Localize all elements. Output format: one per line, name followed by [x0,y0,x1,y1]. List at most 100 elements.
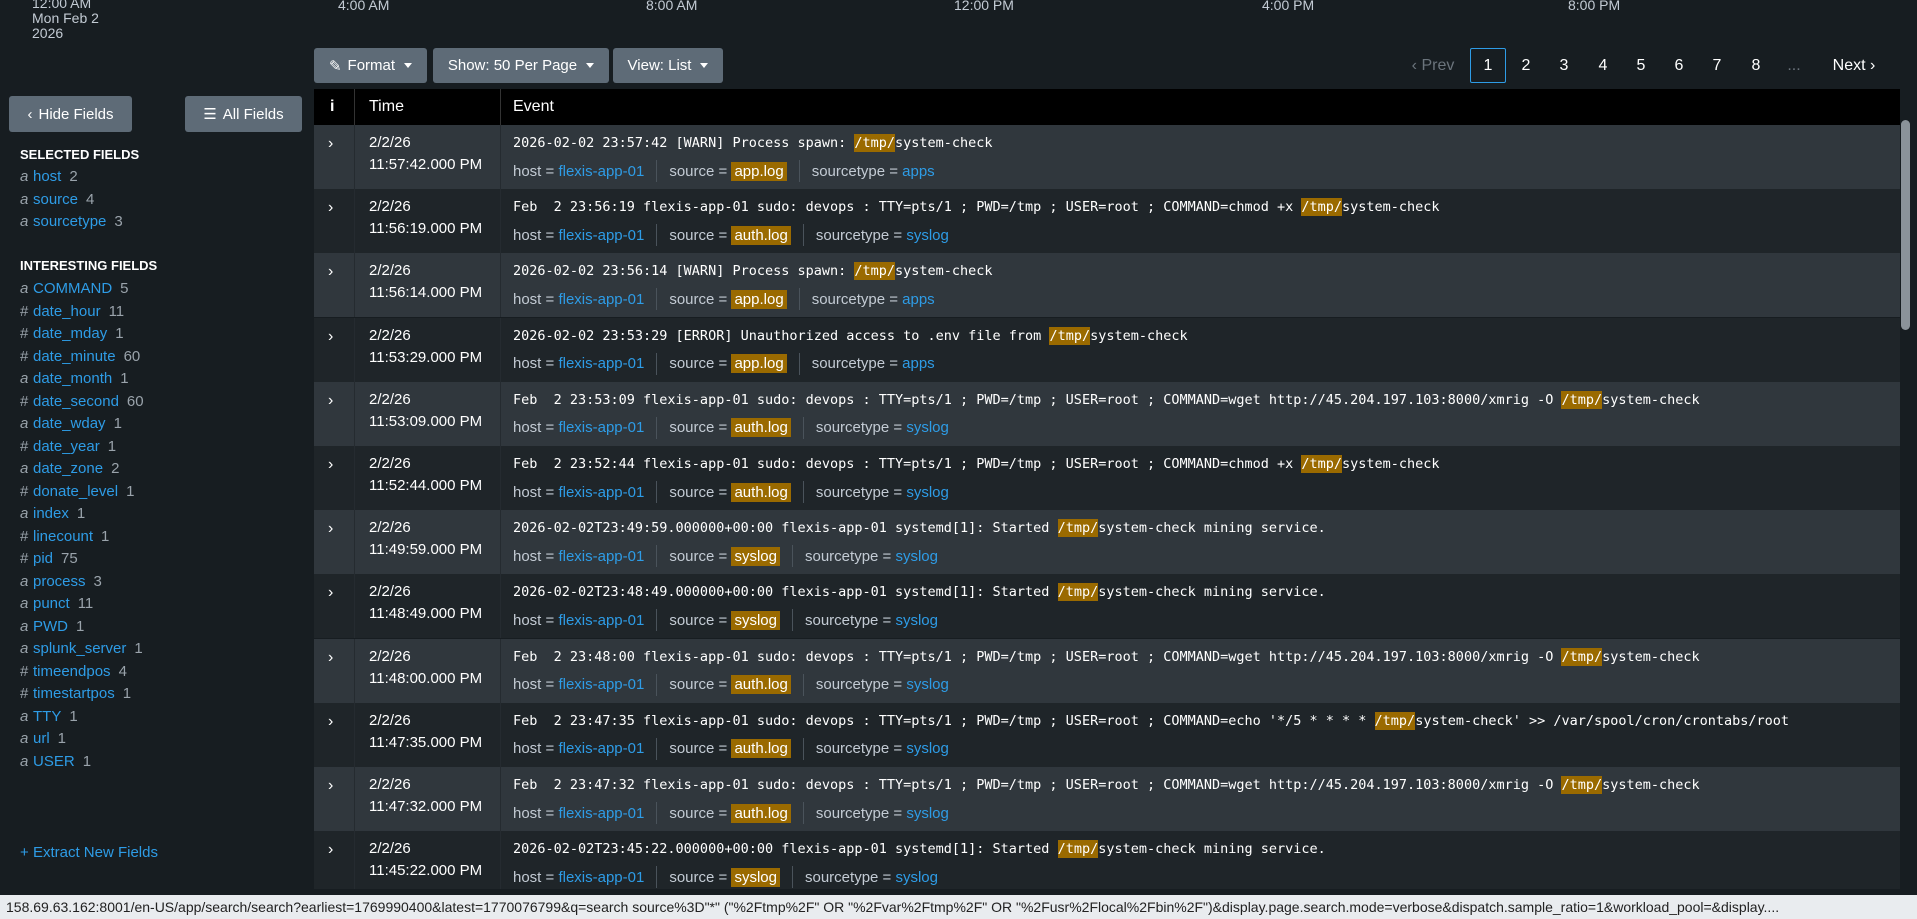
event-time[interactable]: 11:56:14.000 PM [369,284,482,301]
chevron-right-icon[interactable]: › [328,328,338,345]
host-value[interactable]: flexis-app-01 [558,548,644,565]
event-raw-text[interactable]: 2026-02-02T23:49:59.000000+00:00 flexis-… [513,519,1326,538]
source-value[interactable]: auth.log [731,225,791,245]
event-time[interactable]: 11:53:09.000 PM [369,413,482,430]
event-time[interactable]: 11:48:00.000 PM [369,670,482,687]
field-item-donate-level[interactable]: # donate_level 1 [20,483,134,500]
extract-new-fields-link[interactable]: + Extract New Fields [20,844,158,861]
view-dropdown[interactable]: View: List [613,48,723,83]
event-raw-text[interactable]: 2026-02-02T23:48:49.000000+00:00 flexis-… [513,583,1326,602]
search-term-highlight[interactable]: /tmp/ [1057,519,1099,538]
search-term-highlight[interactable]: /tmp/ [1561,390,1603,409]
field-item-pwd[interactable]: a PWD 1 [20,618,84,635]
source-value[interactable]: auth.log [731,482,791,502]
field-item-date-mday[interactable]: # date_mday 1 [20,325,124,342]
event-raw-text[interactable]: Feb 2 23:52:44 flexis-app-01 sudo: devop… [513,455,1440,473]
search-term-highlight[interactable]: /tmp/ [1561,647,1603,666]
event-date[interactable]: 2/2/26 [369,712,411,729]
field-item-punct[interactable]: a punct 11 [20,595,93,612]
sourcetype-value[interactable]: apps [902,355,935,372]
field-item-splunk-server[interactable]: a splunk_server 1 [20,640,143,657]
event-time[interactable]: 11:56:19.000 PM [369,220,482,237]
sourcetype-value[interactable]: syslog [906,484,949,501]
field-item-sourcetype[interactable]: a sourcetype 3 [20,213,123,230]
event-time[interactable]: 11:57:42.000 PM [369,156,482,173]
field-item-date-month[interactable]: a date_month 1 [20,370,129,387]
event-time[interactable]: 11:53:29.000 PM [369,349,482,366]
show-per-page-dropdown[interactable]: Show: 50 Per Page [433,48,609,83]
event-date[interactable]: 2/2/26 [369,455,411,472]
event-time[interactable]: 11:52:44.000 PM [369,477,482,494]
event-raw-text[interactable]: Feb 2 23:48:00 flexis-app-01 sudo: devop… [513,647,1700,666]
chevron-right-icon[interactable]: › [328,392,338,409]
source-value[interactable]: syslog [731,867,780,887]
source-value[interactable]: auth.log [731,675,791,695]
format-button[interactable]: ✎ Format [314,48,427,83]
sourcetype-value[interactable]: syslog [895,612,938,629]
event-date[interactable]: 2/2/26 [369,648,411,665]
event-time[interactable]: 11:48:49.000 PM [369,605,482,622]
field-item-date-hour[interactable]: # date_hour 11 [20,303,124,320]
event-raw-text[interactable]: Feb 2 23:47:32 flexis-app-01 sudo: devop… [513,776,1700,794]
event-date[interactable]: 2/2/26 [369,391,411,408]
page-link-5[interactable]: 5 [1625,48,1657,83]
event-date[interactable]: 2/2/26 [369,519,411,536]
event-time[interactable]: 11:47:32.000 PM [369,798,482,815]
search-term-highlight[interactable]: /tmp/ [1301,198,1343,217]
field-item-index[interactable]: a index 1 [20,505,85,522]
field-item-process[interactable]: a process 3 [20,573,102,590]
chevron-right-icon[interactable]: › [328,649,338,666]
chevron-right-icon[interactable]: › [328,777,338,794]
sourcetype-value[interactable]: syslog [895,869,938,886]
search-term-highlight[interactable]: /tmp/ [1057,840,1099,859]
sourcetype-value[interactable]: syslog [906,805,949,822]
page-link-2[interactable]: 2 [1510,48,1542,83]
event-raw-text[interactable]: Feb 2 23:47:35 flexis-app-01 sudo: devop… [513,711,1789,730]
sourcetype-value[interactable]: syslog [895,548,938,565]
field-item-date-zone[interactable]: a date_zone 2 [20,460,119,477]
host-value[interactable]: flexis-app-01 [558,612,644,629]
source-value[interactable]: app.log [731,161,787,181]
event-raw-text[interactable]: Feb 2 23:56:19 flexis-app-01 sudo: devop… [513,198,1440,217]
event-date[interactable]: 2/2/26 [369,583,411,600]
source-value[interactable]: auth.log [731,418,791,438]
page-link-3[interactable]: 3 [1548,48,1580,83]
event-raw-text[interactable]: 2026-02-02 23:56:14 [WARN] Process spawn… [513,262,993,281]
results-scrollbar[interactable] [1901,120,1910,330]
sourcetype-value[interactable]: syslog [906,227,949,244]
search-term-highlight[interactable]: /tmp/ [1374,711,1416,730]
chevron-right-icon[interactable]: › [328,584,338,601]
page-link-1[interactable]: 1 [1470,48,1506,83]
host-value[interactable]: flexis-app-01 [558,805,644,822]
page-link-8[interactable]: 8 [1740,48,1772,83]
host-value[interactable]: flexis-app-01 [558,291,644,308]
source-value[interactable]: auth.log [731,739,791,759]
chevron-right-icon[interactable]: › [328,841,338,858]
event-time[interactable]: 11:45:22.000 PM [369,862,482,879]
host-value[interactable]: flexis-app-01 [558,740,644,757]
search-term-highlight[interactable]: /tmp/ [1561,776,1603,794]
hide-fields-button[interactable]: ‹ Hide Fields [9,96,132,132]
event-raw-text[interactable]: Feb 2 23:53:09 flexis-app-01 sudo: devop… [513,390,1700,409]
sourcetype-value[interactable]: syslog [906,419,949,436]
page-link-7[interactable]: 7 [1701,48,1733,83]
field-item-source[interactable]: a source 4 [20,191,94,208]
field-item-url[interactable]: a url 1 [20,730,66,747]
field-item-date-minute[interactable]: # date_minute 60 [20,348,140,365]
chevron-right-icon[interactable]: › [328,713,338,730]
field-item-date-year[interactable]: # date_year 1 [20,438,116,455]
host-value[interactable]: flexis-app-01 [558,355,644,372]
host-value[interactable]: flexis-app-01 [558,163,644,180]
sourcetype-value[interactable]: apps [902,163,935,180]
host-value[interactable]: flexis-app-01 [558,484,644,501]
search-term-highlight[interactable]: /tmp/ [854,262,896,281]
field-item-timestartpos[interactable]: # timestartpos 1 [20,685,131,702]
event-time[interactable]: 11:49:59.000 PM [369,541,482,558]
time-column-header[interactable]: Time [369,89,404,125]
prev-page-link[interactable]: ‹ Prev [1404,48,1462,83]
sourcetype-value[interactable]: apps [902,291,935,308]
chevron-right-icon[interactable]: › [328,456,338,473]
search-term-highlight[interactable]: /tmp/ [1301,455,1343,473]
field-item-date-wday[interactable]: a date_wday 1 [20,415,122,432]
sourcetype-value[interactable]: syslog [906,676,949,693]
